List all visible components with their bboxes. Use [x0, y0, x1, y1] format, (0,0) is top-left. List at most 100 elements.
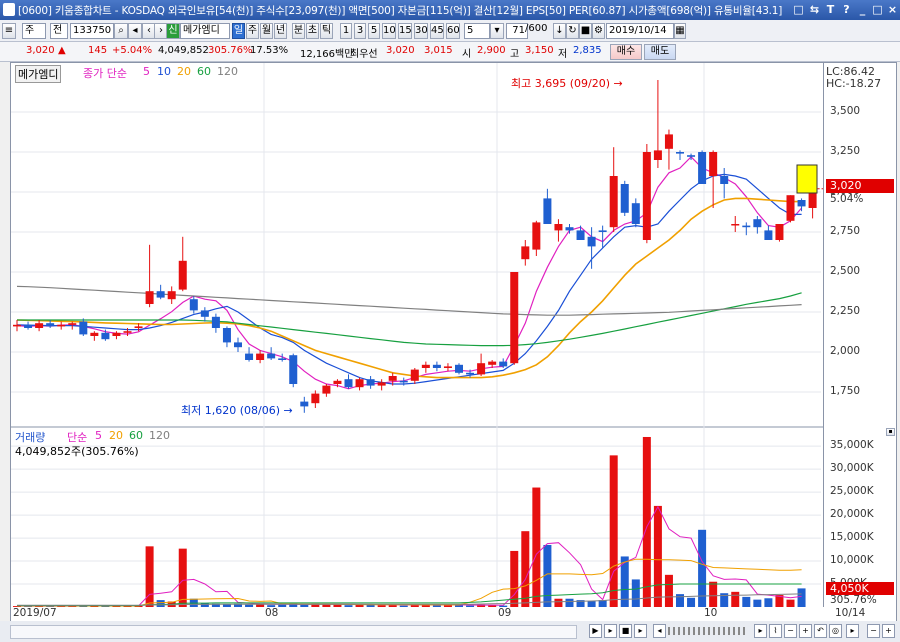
price-ma-20[interactable]: 20	[177, 65, 191, 78]
stock-label[interactable]: 메가엠디	[15, 65, 62, 83]
y-axis-panel[interactable]: LC:86.42 HC:-18.27 3,5003,2503,0002,7502…	[823, 62, 897, 609]
help-icon[interactable]: ?	[840, 3, 853, 16]
candle-body	[267, 353, 276, 359]
current-price: 3,020	[26, 45, 55, 56]
volume-ma-120[interactable]: 120	[149, 429, 170, 442]
date-input[interactable]: 2019/10/14	[606, 23, 674, 39]
period-tab-day[interactable]: 일	[232, 23, 245, 39]
period-tab-month[interactable]: 월	[260, 23, 273, 39]
volume-ma-5[interactable]: 5	[95, 429, 102, 442]
current-price-highlight-box	[796, 164, 818, 194]
low-price: 2,835	[573, 45, 602, 56]
price-ma-5[interactable]: 5	[143, 65, 150, 78]
minute-button-60[interactable]: 60	[446, 23, 460, 39]
chart-canvas[interactable]	[11, 63, 823, 608]
price-ma-label[interactable]: 종가 단순	[83, 65, 127, 81]
minute-button-30[interactable]: 30	[414, 23, 428, 39]
low-label: 저	[558, 49, 568, 60]
stock-code-input[interactable]: 133750	[70, 23, 114, 39]
minute-button-45[interactable]: 45	[430, 23, 444, 39]
minimize-button[interactable]: _	[856, 3, 869, 16]
candle-body	[167, 291, 176, 300]
zoom-slider[interactable]	[668, 627, 748, 635]
restore-layout-icon[interactable]: □	[792, 3, 805, 16]
refresh-icon[interactable]: ↻	[566, 23, 579, 39]
candle-body	[90, 332, 99, 336]
candle-body	[676, 152, 684, 154]
chart-panel[interactable]: 메가엠디 종가 단순 5 10 20 60 120 최고 3,695 (09/2…	[10, 62, 824, 609]
sync-icon[interactable]: ⇆	[808, 3, 821, 16]
reset-icon[interactable]: ◎	[829, 624, 842, 638]
candle-body	[234, 342, 242, 348]
high-price: 3,150	[525, 45, 554, 56]
minute-button-3[interactable]: 3	[354, 23, 366, 39]
mode-select[interactable]: 전	[50, 23, 68, 39]
price-scroll-handle[interactable]	[807, 74, 821, 114]
sell-button[interactable]: 매도	[644, 44, 676, 60]
price-tick-label: 2,750	[830, 225, 861, 237]
text-icon[interactable]: T	[824, 3, 837, 16]
candle-body	[46, 323, 55, 327]
candle-body	[344, 379, 353, 388]
price-tick-label: 2,000	[830, 345, 861, 357]
minute-button-10[interactable]: 10	[382, 23, 396, 39]
volume-ma-60[interactable]: 60	[129, 429, 143, 442]
period-tab-second[interactable]: 초	[306, 23, 319, 39]
close-button[interactable]: ×	[886, 3, 899, 16]
gear-icon[interactable]: ⚙	[592, 23, 605, 39]
scroll-left-icon[interactable]: ◂	[653, 624, 666, 638]
calendar-icon[interactable]: ▦	[674, 23, 686, 39]
scroll-end-icon[interactable]: ▸	[846, 624, 859, 638]
volume-bar	[554, 598, 563, 607]
hc-value: HC:-18.27	[826, 77, 882, 90]
count-total: /600	[525, 23, 548, 34]
search-icon[interactable]: ⌕	[114, 23, 128, 39]
pause-icon[interactable]: ■	[619, 624, 632, 638]
candle-body	[101, 332, 110, 340]
undo-icon[interactable]: ↶	[814, 624, 827, 638]
chevron-down-icon[interactable]: ▾	[490, 23, 504, 39]
minute-button-5[interactable]: 5	[368, 23, 380, 39]
plus-icon[interactable]: +	[882, 624, 895, 638]
speaker-icon[interactable]: ◂	[128, 23, 142, 39]
volume-tick-label: 30,000K	[830, 462, 874, 475]
horizontal-scrollbar[interactable]	[10, 625, 577, 639]
period-tab-week[interactable]: 주	[246, 23, 259, 39]
minus-icon[interactable]: −	[867, 624, 880, 638]
x-axis: 2019/07 08 09 10 10/14	[10, 607, 897, 622]
minute-button-1[interactable]: 1	[340, 23, 352, 39]
candle-body	[565, 227, 574, 231]
price-ma-60[interactable]: 60	[197, 65, 211, 78]
candle-body	[322, 385, 331, 394]
candle-body	[410, 369, 419, 381]
chart-type-icon[interactable]: ⌇	[769, 624, 782, 638]
save-icon[interactable]: ■	[579, 23, 592, 39]
volume-ma-20[interactable]: 20	[109, 429, 123, 442]
period-tab-tick[interactable]: 틱	[320, 23, 333, 39]
download-icon[interactable]: ↓	[553, 23, 566, 39]
candle-body	[554, 224, 563, 231]
scroll-right-icon[interactable]: ▸	[754, 624, 767, 638]
minute-value-select[interactable]: 5	[464, 23, 490, 39]
volume-bar	[687, 597, 696, 607]
volume-bar	[676, 594, 684, 607]
maximize-button[interactable]: □	[871, 3, 884, 16]
price-ma-120[interactable]: 120	[217, 65, 238, 78]
zoom-out-icon[interactable]: −	[784, 624, 797, 638]
bid-price: 3,015	[424, 45, 453, 56]
price-ma-10[interactable]: 10	[157, 65, 171, 78]
buy-button[interactable]: 매수	[610, 44, 642, 60]
play-icon[interactable]: ▸	[604, 624, 617, 638]
minute-button-15[interactable]: 15	[398, 23, 412, 39]
scroll-first-icon[interactable]: ▶	[589, 624, 602, 638]
period-tab-minute[interactable]: 분	[292, 23, 305, 39]
chart-list-icon[interactable]: ≡	[2, 23, 16, 39]
x-label-10: 10	[704, 607, 718, 619]
stop-icon[interactable]: ▸	[634, 624, 647, 638]
volume-tick-label: 15,000K	[830, 531, 874, 544]
panel-menu-icon[interactable]: ▪	[886, 428, 895, 436]
volume-bar	[764, 598, 773, 607]
period-tab-year[interactable]: 년	[274, 23, 287, 39]
period-select[interactable]: 주	[22, 23, 46, 39]
zoom-in-icon[interactable]: +	[799, 624, 812, 638]
